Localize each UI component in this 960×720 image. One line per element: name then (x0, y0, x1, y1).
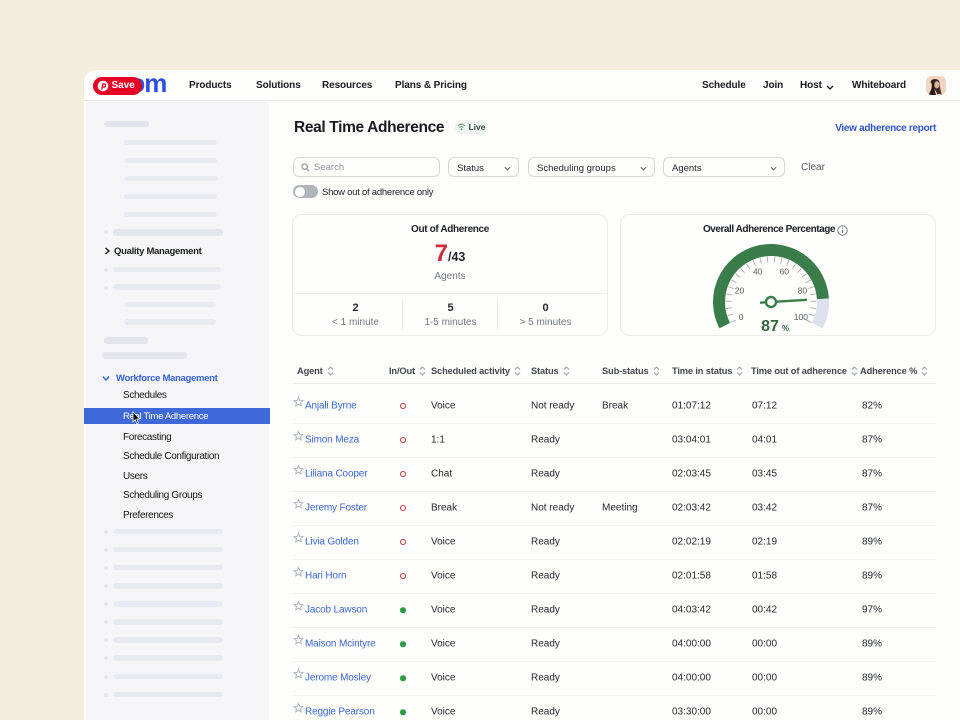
svg-text:60: 60 (780, 266, 790, 276)
svg-text:%: % (782, 324, 789, 333)
svg-text:87: 87 (761, 318, 779, 335)
svg-text:40: 40 (753, 266, 763, 276)
svg-text:100: 100 (794, 312, 808, 322)
svg-text:80: 80 (798, 286, 808, 296)
svg-text:0: 0 (739, 312, 744, 322)
svg-text:20: 20 (735, 286, 745, 296)
